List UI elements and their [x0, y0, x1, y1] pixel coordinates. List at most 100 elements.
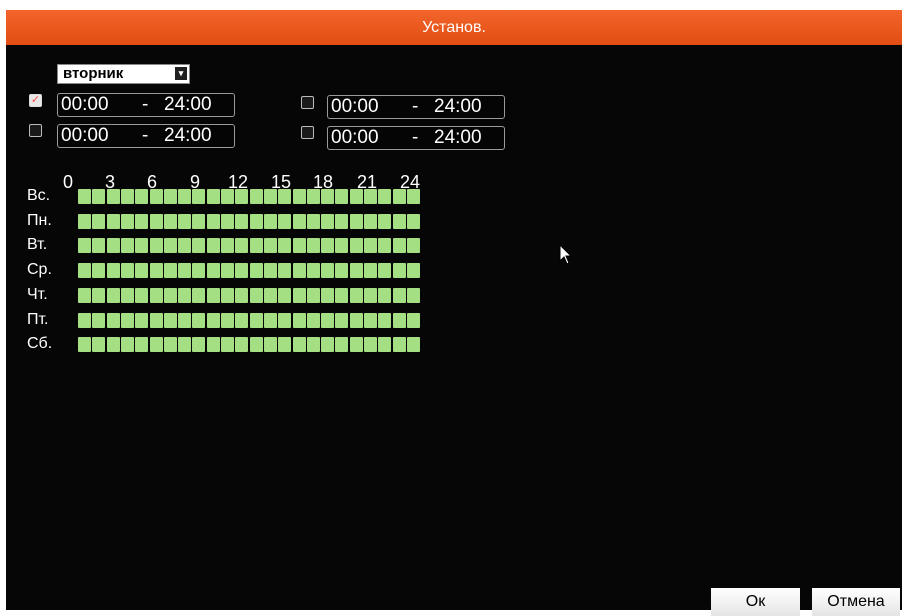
schedule-cell[interactable]: [321, 263, 335, 279]
period-4-start[interactable]: 00:00: [331, 127, 379, 149]
schedule-cell[interactable]: [235, 287, 249, 303]
schedule-cell[interactable]: [378, 287, 392, 303]
schedule-cell[interactable]: [206, 213, 220, 229]
schedule-cell[interactable]: [378, 312, 392, 328]
schedule-cell[interactable]: [249, 287, 263, 303]
schedule-cell[interactable]: [335, 263, 349, 279]
schedule-cell[interactable]: [278, 263, 292, 279]
cancel-button[interactable]: Отмена: [812, 588, 900, 616]
schedule-cell[interactable]: [192, 287, 206, 303]
schedule-cell[interactable]: [92, 189, 106, 204]
period-3-start[interactable]: 00:00: [331, 96, 379, 118]
schedule-cell[interactable]: [321, 213, 335, 229]
schedule-cell[interactable]: [78, 238, 91, 254]
schedule-cell[interactable]: [263, 213, 277, 229]
schedule-cell[interactable]: [106, 263, 120, 279]
schedule-cell[interactable]: [206, 312, 220, 328]
schedule-cell[interactable]: [364, 312, 377, 328]
schedule-cell[interactable]: [106, 337, 120, 353]
schedule-cell[interactable]: [178, 189, 192, 204]
period-1-start[interactable]: 00:00: [61, 94, 109, 116]
schedule-cell[interactable]: [321, 312, 335, 328]
schedule-cell[interactable]: [78, 263, 91, 279]
schedule-cell[interactable]: [406, 213, 420, 229]
schedule-cell[interactable]: [78, 213, 91, 229]
schedule-cell[interactable]: [292, 287, 306, 303]
schedule-cell[interactable]: [335, 337, 349, 353]
schedule-cell[interactable]: [221, 312, 234, 328]
schedule-cell[interactable]: [149, 189, 163, 204]
schedule-cell[interactable]: [321, 287, 335, 303]
schedule-cell[interactable]: [335, 213, 349, 229]
schedule-cell[interactable]: [221, 238, 234, 254]
schedule-cell[interactable]: [221, 213, 234, 229]
schedule-cell[interactable]: [235, 213, 249, 229]
schedule-cell[interactable]: [278, 337, 292, 353]
period-1-checkbox[interactable]: ✓: [29, 94, 42, 107]
schedule-cell[interactable]: [349, 287, 363, 303]
schedule-cell[interactable]: [149, 263, 163, 279]
schedule-cell[interactable]: [92, 312, 106, 328]
schedule-cell[interactable]: [406, 263, 420, 279]
schedule-cell[interactable]: [292, 238, 306, 254]
schedule-cell[interactable]: [120, 263, 134, 279]
schedule-cell[interactable]: [135, 312, 149, 328]
period-4-time-range[interactable]: 00:00 - 24:00: [327, 126, 505, 150]
schedule-cell[interactable]: [392, 337, 406, 353]
schedule-cell[interactable]: [249, 213, 263, 229]
schedule-cell[interactable]: [178, 312, 192, 328]
schedule-cell[interactable]: [120, 189, 134, 204]
schedule-cell[interactable]: [392, 263, 406, 279]
schedule-cell[interactable]: [178, 287, 192, 303]
schedule-cell[interactable]: [178, 213, 192, 229]
schedule-cell[interactable]: [163, 263, 177, 279]
schedule-cell[interactable]: [106, 287, 120, 303]
schedule-cell[interactable]: [78, 189, 91, 204]
period-3-time-range[interactable]: 00:00 - 24:00: [327, 95, 505, 119]
schedule-cell[interactable]: [378, 263, 392, 279]
period-2-time-range[interactable]: 00:00 - 24:00: [57, 124, 235, 148]
schedule-cell[interactable]: [406, 287, 420, 303]
schedule-cell[interactable]: [378, 213, 392, 229]
schedule-cell[interactable]: [292, 263, 306, 279]
chevron-down-icon[interactable]: ▾: [175, 67, 187, 80]
schedule-cell[interactable]: [92, 287, 106, 303]
period-1-time-range[interactable]: 00:00 - 24:00: [57, 93, 235, 117]
schedule-cell[interactable]: [92, 238, 106, 254]
schedule-cell[interactable]: [321, 337, 335, 353]
period-4-checkbox[interactable]: [301, 126, 314, 139]
schedule-cell[interactable]: [106, 189, 120, 204]
schedule-cell[interactable]: [192, 312, 206, 328]
schedule-cell[interactable]: [378, 238, 392, 254]
schedule-cell[interactable]: [149, 238, 163, 254]
schedule-cell[interactable]: [135, 213, 149, 229]
schedule-cell[interactable]: [206, 337, 220, 353]
schedule-cell[interactable]: [392, 213, 406, 229]
schedule-cell[interactable]: [278, 189, 292, 204]
schedule-cell[interactable]: [364, 189, 377, 204]
period-1-end[interactable]: 24:00: [164, 94, 212, 116]
schedule-cell[interactable]: [92, 213, 106, 229]
schedule-cell[interactable]: [364, 238, 377, 254]
schedule-cell[interactable]: [206, 189, 220, 204]
schedule-cell[interactable]: [249, 337, 263, 353]
schedule-cell[interactable]: [278, 238, 292, 254]
schedule-cell[interactable]: [263, 287, 277, 303]
schedule-cell[interactable]: [120, 287, 134, 303]
schedule-cell[interactable]: [178, 238, 192, 254]
schedule-cell[interactable]: [306, 312, 320, 328]
schedule-cell[interactable]: [92, 337, 106, 353]
schedule-cell[interactable]: [349, 213, 363, 229]
schedule-cell[interactable]: [263, 263, 277, 279]
schedule-cell[interactable]: [278, 312, 292, 328]
schedule-cell[interactable]: [163, 312, 177, 328]
schedule-cell[interactable]: [78, 287, 91, 303]
schedule-cell[interactable]: [406, 238, 420, 254]
schedule-cell[interactable]: [78, 337, 91, 353]
schedule-cell[interactable]: [120, 337, 134, 353]
schedule-cell[interactable]: [221, 337, 234, 353]
schedule-cell[interactable]: [235, 263, 249, 279]
schedule-cell[interactable]: [192, 238, 206, 254]
schedule-cell[interactable]: [249, 312, 263, 328]
schedule-cell[interactable]: [78, 312, 91, 328]
